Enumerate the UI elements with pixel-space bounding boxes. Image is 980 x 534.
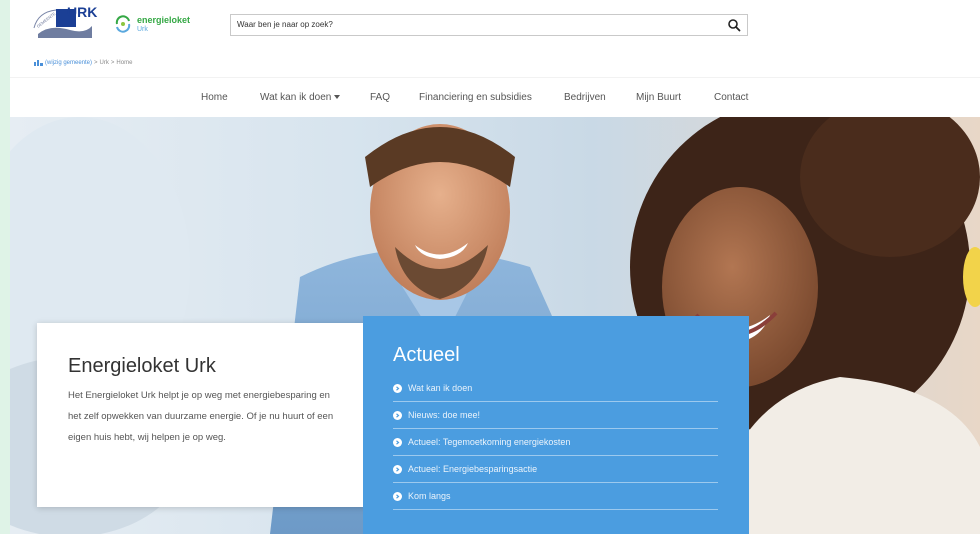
buildings-icon: [34, 60, 43, 66]
actueel-item-tegemoetkoming[interactable]: Actueel: Tegemoetkoming energiekosten: [393, 429, 718, 456]
actueel-item-label: Wat kan ik doen: [408, 383, 473, 393]
actueel-title: Actueel: [393, 344, 460, 366]
actueel-panel: Actueel Wat kan ik doen Nieuws: doe mee!…: [363, 316, 749, 534]
actueel-item-label: Nieuws: doe mee!: [408, 410, 481, 420]
energieloket-logo[interactable]: energieloket Urk: [114, 12, 190, 36]
nav-item-wat-kan-ik-doen[interactable]: Wat kan ik doen: [260, 92, 341, 103]
change-municipality-link[interactable]: (wijzig gemeente): [45, 60, 92, 66]
page: GEMEENTE URK energieloket Urk (wijz: [10, 0, 980, 534]
breadcrumb: (wijzig gemeente) > Urk > Home: [34, 60, 132, 66]
nav-item-label: Wat kan ik doen: [260, 92, 332, 103]
chevron-right-icon: [393, 410, 402, 420]
nav-item-faq[interactable]: FAQ: [370, 92, 390, 103]
actueel-list: Wat kan ik doen Nieuws: doe mee! Actueel…: [393, 375, 718, 510]
logo-el-place: Urk: [137, 25, 148, 33]
breadcrumb-separator: >: [94, 60, 98, 66]
intro-text: Het Energieloket Urk helpt je op weg met…: [68, 390, 334, 443]
chevron-right-icon: [393, 383, 402, 393]
intro-card: Energieloket Urk Het Energieloket Urk he…: [37, 323, 368, 507]
breadcrumb-separator: >: [110, 60, 115, 66]
breadcrumb-urk[interactable]: Urk: [100, 60, 109, 66]
nav-item-bedrijven[interactable]: Bedrijven: [564, 92, 606, 103]
logo-el-name: energieloket: [137, 14, 191, 25]
chevron-right-icon: [393, 491, 402, 501]
actueel-item-label: Kom langs: [408, 491, 451, 501]
actueel-item-label: Actueel: Energiebesparingsactie: [408, 464, 538, 474]
gemeente-urk-logo[interactable]: GEMEENTE URK: [30, 4, 114, 40]
logo-urk-text: URK: [67, 4, 97, 20]
intro-title: Energieloket Urk: [68, 355, 216, 377]
caret-down-icon: [334, 95, 341, 100]
actueel-item-kom-langs[interactable]: Kom langs: [393, 483, 718, 510]
chevron-right-icon: [393, 464, 402, 474]
logo-urk-curve-text: GEMEENTE: [36, 11, 57, 29]
actueel-item-wat-kan-ik-doen[interactable]: Wat kan ik doen: [393, 375, 718, 402]
nav-item-mijn-buurt[interactable]: Mijn Buurt: [636, 92, 681, 103]
actueel-item-label: Actueel: Tegemoetkoming energiekosten: [408, 437, 571, 447]
nav-item-financiering[interactable]: Financiering en subsidies: [419, 92, 532, 103]
main-navigation: Home Wat kan ik doen FAQ Financiering en…: [10, 77, 980, 118]
actueel-item-nieuws[interactable]: Nieuws: doe mee!: [393, 402, 718, 429]
energieloket-swirl-icon: [115, 15, 131, 33]
nav-item-contact[interactable]: Contact: [714, 92, 748, 103]
chevron-right-icon: [393, 437, 402, 447]
search-icon[interactable]: [727, 18, 741, 32]
actueel-item-energiebesparingsactie[interactable]: Actueel: Energiebesparingsactie: [393, 456, 718, 483]
search-bar: [230, 14, 748, 36]
nav-item-home[interactable]: Home: [201, 92, 228, 103]
breadcrumb-current: Home: [116, 60, 133, 66]
search-input[interactable]: [237, 20, 717, 29]
